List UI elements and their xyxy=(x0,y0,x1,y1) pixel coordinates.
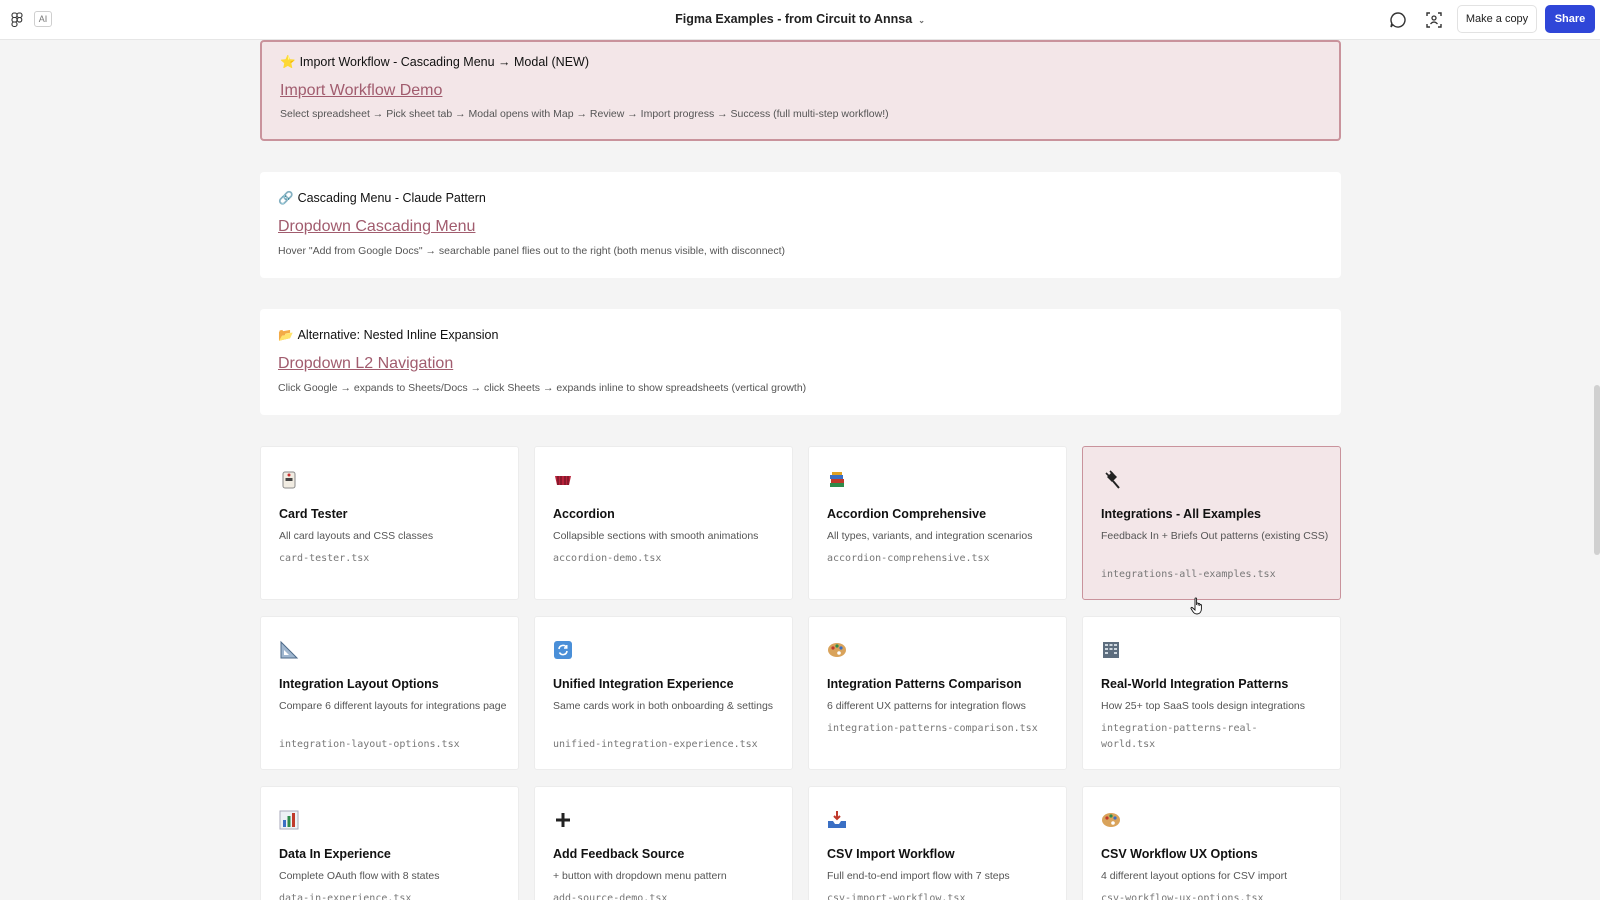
feature-block-import-workflow: ⭐ Import Workflow - Cascading Menu → Moda… xyxy=(260,40,1341,141)
accordion-icon xyxy=(555,476,571,485)
card-description: Compare 6 different layouts for integrat… xyxy=(279,700,507,712)
card-description: Feedback In + Briefs Out patterns (exist… xyxy=(1101,530,1329,542)
import-workflow-demo-link[interactable]: Import Workflow Demo xyxy=(280,82,442,100)
card-description: Same cards work in both onboarding & set… xyxy=(553,700,774,712)
bar-chart-icon xyxy=(279,810,299,830)
card-csv-import-workflow[interactable]: CSV Import Workflow Full end-to-end impo… xyxy=(808,786,1067,900)
card-data-in-experience[interactable]: Data In Experience Complete OAuth flow w… xyxy=(260,786,519,900)
card-real-world-integration-patterns[interactable]: Real-World Integration Patterns How 25+ … xyxy=(1082,616,1341,770)
card-title: Data In Experience xyxy=(279,847,391,861)
card-filename: add-source-demo.tsx xyxy=(553,893,668,900)
card-description: All card layouts and CSS classes xyxy=(279,530,434,542)
card-filename: unified-integration-experience.tsx xyxy=(553,739,758,750)
card-title: Integration Layout Options xyxy=(279,677,439,691)
comment-icon[interactable] xyxy=(1388,10,1408,30)
card-title: Add Feedback Source xyxy=(553,847,685,861)
card-integration-patterns-comparison[interactable]: Integration Patterns Comparison 6 differ… xyxy=(808,616,1067,770)
hand-cursor-icon xyxy=(1190,597,1202,615)
chevron-down-icon[interactable]: ⌄ xyxy=(918,16,925,25)
card-title: Accordion Comprehensive xyxy=(827,507,987,521)
card-description: Full end-to-end import flow with 7 steps xyxy=(827,870,1010,882)
feature-heading: 📂 Alternative: Nested Inline Expansion xyxy=(278,328,498,343)
card-icon xyxy=(282,471,296,489)
palette-icon xyxy=(1102,813,1120,827)
card-filename: integration-patterns-real-world.tsx xyxy=(1101,723,1258,750)
card-filename: card-tester.tsx xyxy=(279,553,370,564)
star-icon: ⭐ xyxy=(280,55,296,69)
card-filename: csv-workflow-ux-options.tsx xyxy=(1101,893,1264,900)
card-filename: accordion-comprehensive.tsx xyxy=(827,553,990,564)
present-icon[interactable] xyxy=(1424,10,1444,30)
vertical-scrollbar[interactable] xyxy=(1594,385,1600,555)
folder-icon: 📂 xyxy=(278,328,294,342)
card-description: 4 different layout options for CSV impor… xyxy=(1101,870,1287,882)
document-title-text[interactable]: Figma Examples - from Circuit to Annsa xyxy=(675,12,912,26)
feature-heading-text: Cascading Menu - Claude Pattern xyxy=(297,191,486,205)
feature-block-nested-inline: 📂 Alternative: Nested Inline Expansion Dr… xyxy=(260,309,1341,415)
feature-description: Click Google → expands to Sheets/Docs → … xyxy=(278,382,807,394)
feature-block-cascading-menu: 🔗 Cascading Menu - Claude Pattern Dropdow… xyxy=(260,172,1341,278)
dropdown-cascading-menu-link[interactable]: Dropdown Cascading Menu xyxy=(278,218,475,236)
card-add-feedback-source[interactable]: Add Feedback Source + button with dropdo… xyxy=(534,786,793,900)
card-title: Accordion xyxy=(553,507,615,521)
palette-icon xyxy=(828,643,846,657)
card-unified-integration-experience[interactable]: Unified Integration Experience Same card… xyxy=(534,616,793,770)
card-filename: accordion-demo.tsx xyxy=(553,553,662,564)
triangle-ruler-icon xyxy=(280,640,299,659)
card-integration-layout-options[interactable]: Integration Layout Options Compare 6 dif… xyxy=(260,616,519,770)
card-filename: data-in-experience.tsx xyxy=(279,893,412,900)
link-icon: 🔗 xyxy=(278,191,294,205)
card-description: Complete OAuth flow with 8 states xyxy=(279,870,440,882)
feature-heading-text: Alternative: Nested Inline Expansion xyxy=(297,328,499,342)
card-filename: integration-layout-options.tsx xyxy=(279,739,460,750)
card-description: 6 different UX patterns for integration … xyxy=(827,700,1026,712)
card-title: Integration Patterns Comparison xyxy=(827,677,1022,691)
feature-heading-text: Import Workflow - Cascading Menu → Modal… xyxy=(299,55,590,69)
feature-heading: ⭐ Import Workflow - Cascading Menu → Moda… xyxy=(280,55,589,70)
share-button[interactable]: Share xyxy=(1545,5,1595,33)
feature-description: Select spreadsheet → Pick sheet tab → Mo… xyxy=(280,108,889,120)
document-title[interactable]: Figma Examples - from Circuit to Annsa ⌄ xyxy=(0,12,1600,26)
books-icon xyxy=(830,472,844,487)
card-title: CSV Import Workflow xyxy=(827,847,955,861)
card-filename: integration-patterns-comparison.tsx xyxy=(827,723,1038,734)
card-accordion[interactable]: Accordion Collapsible sections with smoo… xyxy=(534,446,793,600)
building-icon xyxy=(1103,642,1119,658)
top-bar: AI Figma Examples - from Circuit to Anns… xyxy=(0,0,1600,40)
card-title: Integrations - All Examples xyxy=(1101,507,1261,521)
feature-description: Hover "Add from Google Docs" → searchabl… xyxy=(278,245,786,257)
card-title: Unified Integration Experience xyxy=(553,677,734,691)
card-accordion-comprehensive[interactable]: Accordion Comprehensive All types, varia… xyxy=(808,446,1067,600)
card-title: Card Tester xyxy=(279,507,348,521)
card-card-tester[interactable]: Card Tester All card layouts and CSS cla… xyxy=(260,446,519,600)
card-description: + button with dropdown menu pattern xyxy=(553,870,727,882)
card-title: CSV Workflow UX Options xyxy=(1101,847,1258,861)
card-filename: integrations-all-examples.tsx xyxy=(1101,569,1276,580)
dropdown-l2-navigation-link[interactable]: Dropdown L2 Navigation xyxy=(278,355,453,373)
card-integrations-all-examples[interactable]: Integrations - All Examples Feedback In … xyxy=(1082,446,1341,600)
card-description: All types, variants, and integration sce… xyxy=(827,530,1033,542)
card-csv-workflow-ux-options[interactable]: CSV Workflow UX Options 4 different layo… xyxy=(1082,786,1341,900)
card-filename: csv-import-workflow.tsx xyxy=(827,893,966,900)
card-description: How 25+ top SaaS tools design integratio… xyxy=(1101,700,1306,712)
card-title: Real-World Integration Patterns xyxy=(1101,677,1289,691)
plug-icon xyxy=(1105,470,1120,489)
sync-icon xyxy=(554,641,572,659)
card-description: Collapsible sections with smooth animati… xyxy=(553,530,759,542)
feature-heading: 🔗 Cascading Menu - Claude Pattern xyxy=(278,191,486,206)
make-a-copy-button[interactable]: Make a copy xyxy=(1457,5,1537,33)
inbox-tray-icon xyxy=(828,811,846,828)
plus-icon xyxy=(556,813,570,827)
